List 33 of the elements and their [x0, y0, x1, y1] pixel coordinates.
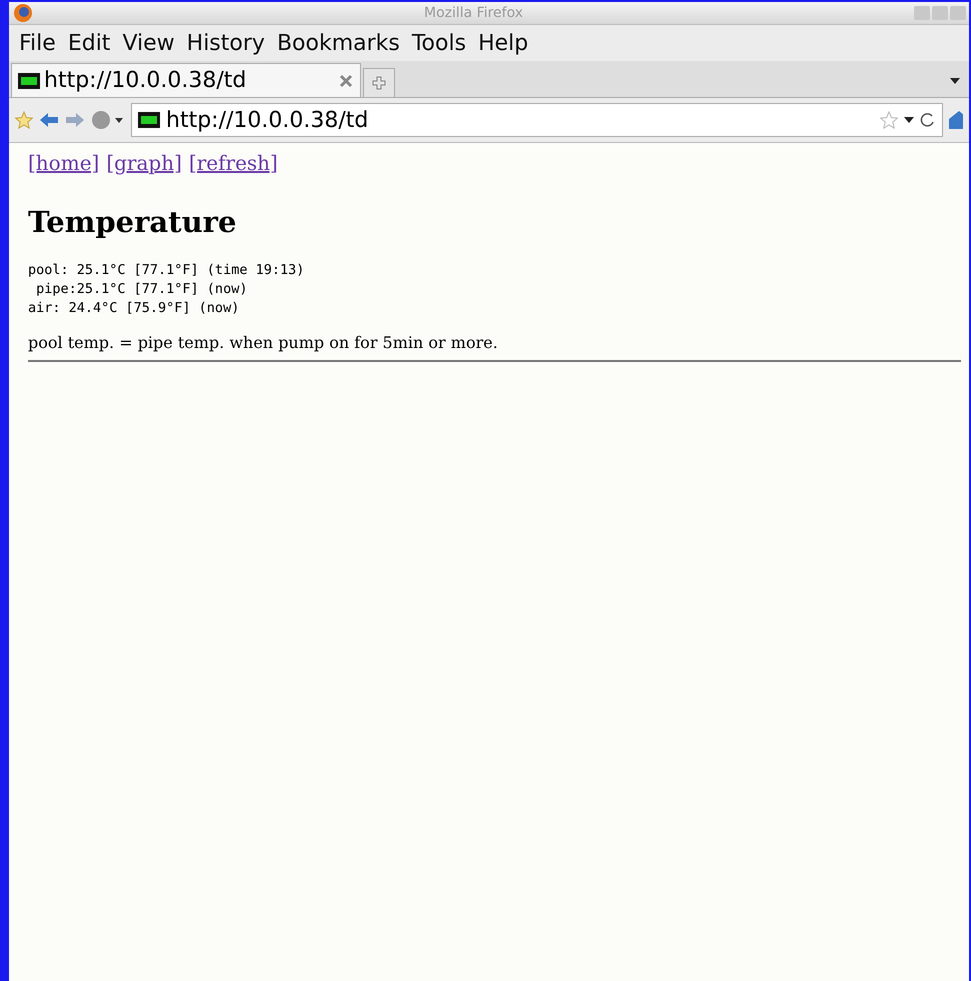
- reading-line: air: 24.4°C [75.9°F] (now): [28, 299, 240, 318]
- menu-item[interactable]: Edit: [64, 30, 118, 56]
- reload-icon[interactable]: [920, 112, 936, 128]
- menu-item[interactable]: View: [118, 30, 183, 56]
- menu-item[interactable]: Bookmarks: [272, 30, 408, 56]
- reading-line: pool: 25.1°C [77.1°F] (time 19:13): [28, 261, 306, 280]
- note-text: pool temp. = pipe temp. when pump on for 5min or more.: [28, 333, 499, 352]
- address-bar[interactable]: http://10.0.0.38/td: [131, 103, 943, 137]
- star-icon[interactable]: [15, 111, 33, 129]
- reading-line: pipe:25.1°C [77.1°F] (now): [35, 280, 248, 299]
- new-tab-button[interactable]: [363, 68, 395, 97]
- globe-icon[interactable]: [91, 110, 125, 130]
- favicon-icon: [18, 72, 40, 88]
- page-heading: Temperature: [28, 205, 238, 239]
- nav-link[interactable]: [refresh]: [188, 151, 278, 175]
- bookmark-star-icon[interactable]: [880, 111, 898, 129]
- home-icon[interactable]: [949, 110, 963, 130]
- menu-item[interactable]: Help: [474, 30, 536, 56]
- nav-link[interactable]: [graph]: [106, 151, 182, 175]
- dropdown-icon[interactable]: [949, 77, 961, 85]
- close-icon[interactable]: [338, 72, 354, 88]
- nav-link[interactable]: [home]: [28, 151, 100, 175]
- browser-tab[interactable]: http://10.0.0.38/td: [11, 63, 361, 97]
- back-icon[interactable]: [39, 112, 59, 128]
- plus-icon: [371, 75, 387, 91]
- menu-item[interactable]: History: [182, 30, 273, 56]
- menu-item[interactable]: Tools: [408, 30, 474, 56]
- forward-icon[interactable]: [65, 112, 85, 128]
- favicon-icon: [138, 112, 160, 128]
- firefox-icon: [13, 3, 33, 23]
- menu-item[interactable]: File: [15, 30, 64, 56]
- window-title: Mozilla Firefox: [422, 5, 524, 21]
- dropdown-icon[interactable]: [904, 116, 914, 124]
